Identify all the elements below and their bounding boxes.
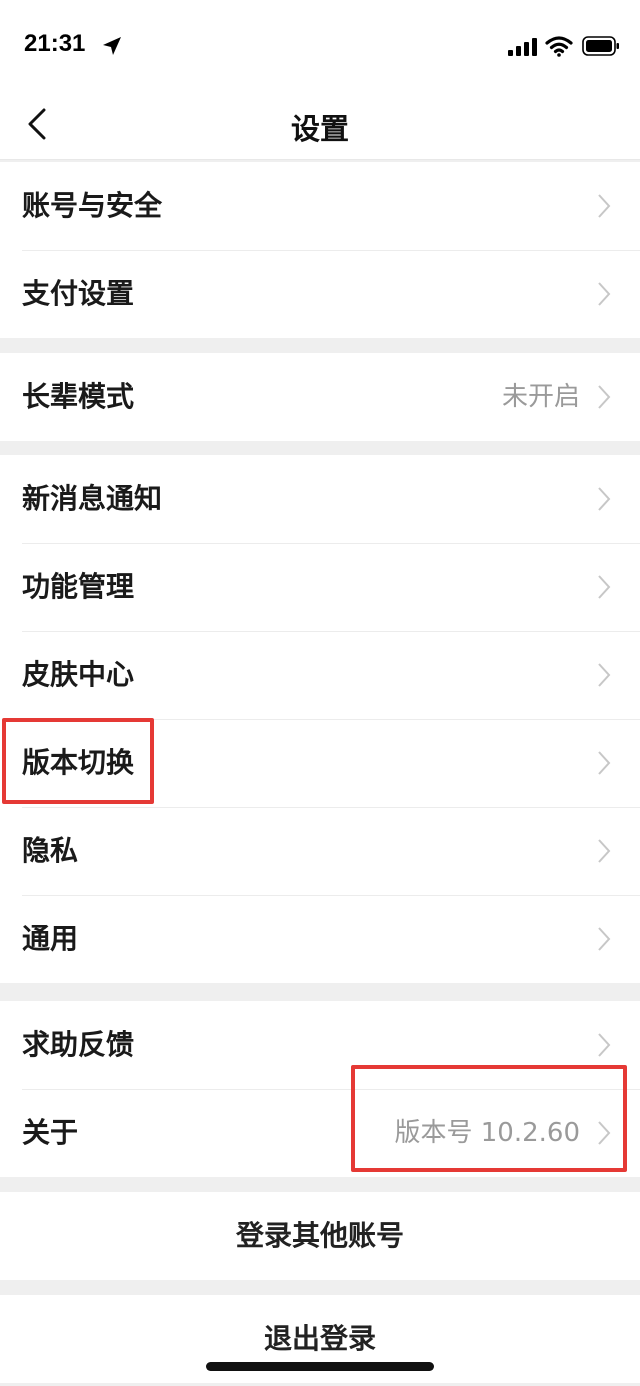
wifi-icon	[545, 36, 573, 57]
row-label: 求助反馈	[22, 1028, 135, 1061]
chevron-right-icon	[598, 927, 611, 951]
home-indicator[interactable]	[206, 1362, 434, 1371]
chevron-right-icon	[598, 575, 611, 599]
settings-row-about[interactable]: 关于 版本号 10.2.60	[0, 1089, 640, 1177]
row-label: 通用	[22, 922, 79, 955]
row-label: 长辈模式	[22, 380, 135, 413]
settings-row-privacy[interactable]: 隐私	[0, 807, 640, 895]
chevron-right-icon	[598, 194, 611, 218]
row-label: 版本切换	[22, 746, 135, 779]
battery-icon	[582, 36, 619, 56]
signal-icon	[508, 38, 537, 56]
row-value: 未开启	[501, 382, 580, 412]
settings-row-payment[interactable]: 支付设置	[0, 250, 640, 338]
chevron-right-icon	[598, 663, 611, 687]
settings-group-help: 求助反馈 关于 版本号 10.2.60	[0, 1001, 640, 1177]
row-label: 隐私	[22, 834, 79, 867]
settings-row-features[interactable]: 功能管理	[0, 543, 640, 631]
settings-group-elder: 长辈模式 未开启	[0, 353, 640, 441]
settings-group-account: 账号与安全 支付设置	[0, 162, 640, 338]
chevron-right-icon	[598, 839, 611, 863]
switch-account-button[interactable]: 登录其他账号	[0, 1192, 640, 1280]
settings-row-skin[interactable]: 皮肤中心	[0, 631, 640, 719]
settings-group-general: 新消息通知 功能管理 皮肤中心 版本切换 隐私 通用	[0, 455, 640, 983]
chevron-right-icon	[598, 1033, 611, 1057]
page-title: 设置	[290, 112, 349, 146]
settings-row-elder-mode[interactable]: 长辈模式 未开启	[0, 353, 640, 441]
chevron-right-icon	[598, 282, 611, 306]
settings-row-version-switch[interactable]: 版本切换	[0, 719, 640, 807]
row-label: 关于	[22, 1116, 79, 1149]
settings-row-feedback[interactable]: 求助反馈	[0, 1001, 640, 1089]
settings-row-account-security[interactable]: 账号与安全	[0, 162, 640, 250]
location-arrow-icon	[103, 37, 121, 55]
chevron-right-icon	[598, 487, 611, 511]
row-label: 支付设置	[22, 277, 135, 310]
chevron-right-icon	[598, 1121, 611, 1145]
chevron-right-icon	[598, 385, 611, 409]
nav-bar: 设置	[0, 92, 640, 160]
row-label: 皮肤中心	[22, 658, 135, 691]
status-time: 21:31	[24, 30, 86, 57]
version-number: 版本号 10.2.60	[394, 1118, 580, 1148]
status-bar: 21:31	[0, 0, 640, 92]
row-label: 账号与安全	[22, 189, 163, 222]
settings-row-general[interactable]: 通用	[0, 895, 640, 983]
row-label: 新消息通知	[22, 482, 163, 515]
settings-row-notifications[interactable]: 新消息通知	[0, 455, 640, 543]
chevron-right-icon	[598, 751, 611, 775]
row-label: 功能管理	[22, 570, 135, 603]
